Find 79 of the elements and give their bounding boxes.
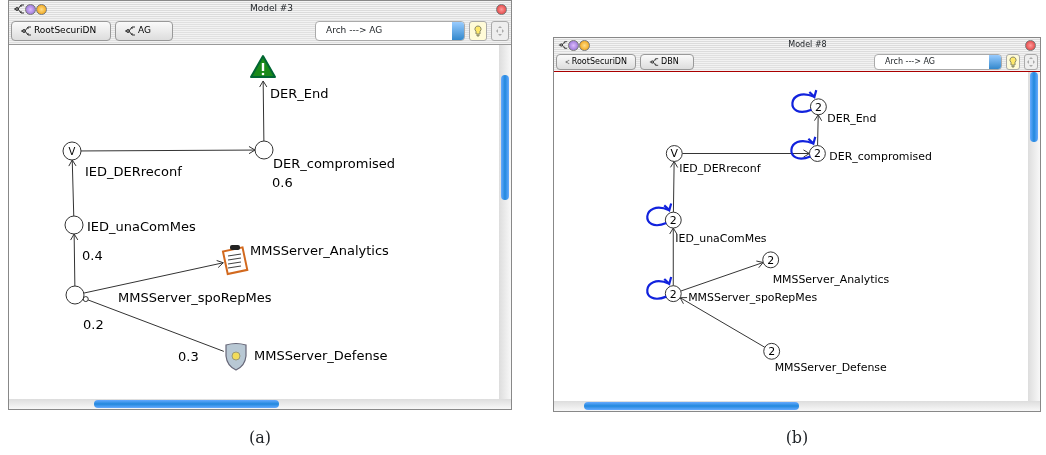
vertical-scrollbar[interactable] bbox=[1028, 72, 1040, 401]
hierarchy-icon[interactable] bbox=[13, 3, 25, 15]
node-label: MMSServer_Analytics bbox=[250, 243, 389, 258]
vertical-scrollbar[interactable] bbox=[499, 45, 511, 399]
window-title: Model #3 bbox=[249, 2, 294, 16]
arrow bbox=[70, 233, 79, 287]
node-label: MMSServer_Defense bbox=[254, 348, 388, 363]
node-circle bbox=[664, 211, 682, 229]
node-mark: 2 bbox=[669, 214, 677, 228]
tab[interactable]: RootSecuriDN bbox=[11, 20, 111, 41]
hierarchy-icon[interactable] bbox=[558, 40, 568, 50]
probability-value: 0.4 bbox=[82, 248, 103, 263]
shield-icon bbox=[225, 342, 247, 371]
tab[interactable]: DBN bbox=[640, 53, 694, 70]
node-label: IED_DERreconf bbox=[679, 162, 761, 176]
node-label: DER_compromised bbox=[273, 156, 396, 171]
arrow bbox=[259, 80, 268, 142]
lightbulb-icon bbox=[474, 24, 482, 37]
tab[interactable]: RootSecuriDN bbox=[556, 53, 636, 70]
node-label: MMSServer_spoRepMes bbox=[118, 290, 272, 305]
node-circle bbox=[62, 141, 82, 161]
arrow bbox=[669, 227, 678, 287]
node-label: IED_unaComMes bbox=[87, 219, 196, 234]
node-label: MMSServer_spoRepMes bbox=[688, 290, 818, 304]
close-button[interactable] bbox=[1025, 39, 1036, 51]
arrow bbox=[669, 160, 679, 213]
zoom-button[interactable] bbox=[568, 39, 579, 51]
lightbulb-icon bbox=[1009, 55, 1017, 68]
warning-icon bbox=[250, 55, 276, 78]
navigate-button[interactable] bbox=[1024, 53, 1038, 70]
probability-value: 0.6 bbox=[272, 175, 293, 190]
probability-value: 0.3 bbox=[178, 349, 199, 364]
figure-caption: (b) bbox=[784, 427, 810, 449]
node-circle bbox=[809, 98, 827, 116]
horizontal-scrollbar[interactable] bbox=[554, 401, 1040, 411]
node-label: MMSServer_Defense bbox=[774, 361, 887, 375]
probability-value: 0.2 bbox=[83, 317, 104, 332]
node-label: DER_End bbox=[270, 86, 329, 101]
four-arrows-icon bbox=[495, 24, 505, 37]
node-mark: 2 bbox=[669, 287, 677, 301]
node-circle bbox=[664, 285, 682, 303]
node-label: MMSServer_Analytics bbox=[772, 272, 890, 286]
minimize-button[interactable] bbox=[36, 3, 47, 15]
window-title: Model #8 bbox=[788, 39, 827, 51]
node-circle bbox=[763, 342, 781, 360]
node-circle bbox=[808, 145, 826, 162]
node-circle bbox=[65, 285, 85, 305]
node-mark: 2 bbox=[813, 147, 821, 161]
minimize-button[interactable] bbox=[579, 39, 590, 51]
lightbulb-button[interactable] bbox=[469, 20, 487, 41]
node-label: IED_DERreconf bbox=[85, 164, 182, 179]
dropdown[interactable]: Arch ---> AG bbox=[315, 20, 465, 41]
zoom-button[interactable] bbox=[25, 3, 36, 15]
arrow bbox=[814, 114, 823, 147]
node-circle bbox=[762, 251, 780, 269]
navigate-button[interactable] bbox=[491, 20, 509, 41]
hierarchy-icon bbox=[649, 56, 659, 67]
node-mark: V bbox=[68, 146, 76, 157]
lightbulb-button[interactable] bbox=[1006, 53, 1020, 70]
node-mark: 2 bbox=[814, 100, 822, 114]
hierarchy-icon bbox=[20, 24, 32, 37]
node-label: IED_unaComMes bbox=[675, 231, 767, 245]
node-mark: 2 bbox=[767, 253, 775, 267]
arrow bbox=[68, 159, 77, 217]
node-label: DER_End bbox=[827, 111, 877, 125]
tab[interactable]: AG bbox=[115, 20, 173, 41]
node-circle bbox=[64, 215, 84, 235]
node-mark: 2 bbox=[768, 345, 776, 359]
close-button[interactable] bbox=[496, 3, 507, 15]
horizontal-scrollbar[interactable] bbox=[9, 399, 511, 409]
node-label: DER_compromised bbox=[829, 150, 932, 164]
figure-caption: (a) bbox=[248, 427, 272, 449]
four-arrows-icon bbox=[1026, 55, 1036, 68]
node-circle bbox=[665, 145, 683, 162]
clipboard-icon bbox=[221, 245, 249, 276]
node-mark: V bbox=[670, 147, 678, 161]
hierarchy-icon bbox=[124, 24, 136, 37]
node-circle bbox=[254, 140, 274, 160]
dropdown[interactable]: Arch ---> AG bbox=[874, 53, 1002, 70]
